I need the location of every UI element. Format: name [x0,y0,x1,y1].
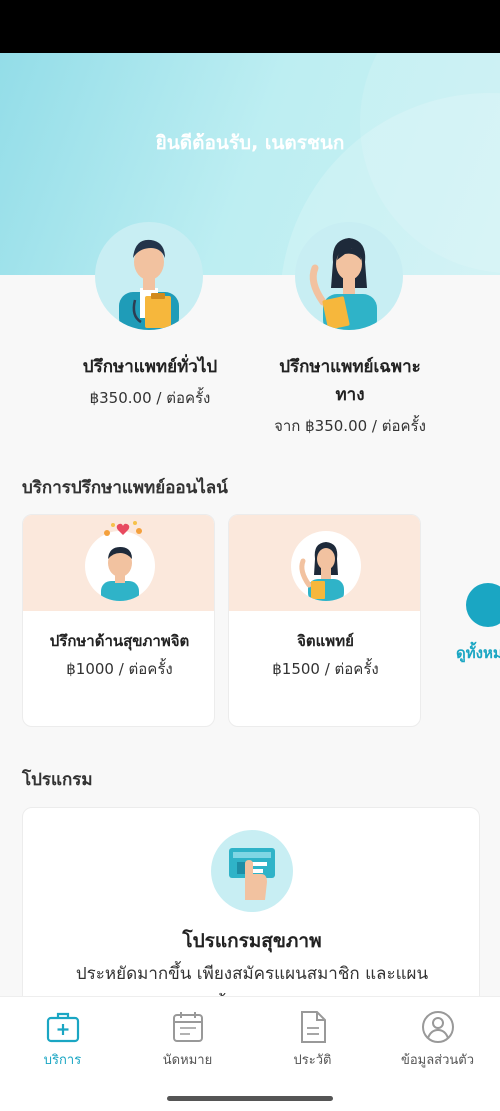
general-consult-price: ฿350.00 / ต่อครั้ง [89,389,211,407]
specialist-consult-title-line1: ปรึกษาแพทย์เฉพาะ [279,357,421,377]
psychiatrist-icon [291,531,361,601]
mental-health-icon [85,531,155,601]
psychiatrist-price: ฿1500 / ต่อครั้ง [272,660,379,678]
tab-history[interactable]: ประวัติ [250,1007,375,1077]
programs-heading: โปรแกรม [22,770,93,790]
home-indicator[interactable] [167,1096,333,1101]
psychiatrist-title: จิตแพทย์ [297,632,354,650]
male-doctor-avatar [95,222,203,330]
tab-appointments-label: นัดหมาย [162,1053,213,1068]
tab-history-label: ประวัติ [293,1053,332,1068]
profile-icon [422,1011,454,1043]
psychiatrist-card[interactable]: จิตแพทย์ ฿1500 / ต่อครั้ง [228,514,421,727]
specialist-consult-card[interactable]: ปรึกษาแพทย์เฉพาะ ทาง จาก ฿350.00 / ต่อคร… [240,222,460,437]
general-consult-title: ปรึกษาแพทย์ทั่วไป [82,357,218,377]
mental-health-price: ฿1000 / ต่อครั้ง [66,660,173,678]
mental-health-card[interactable]: ปรึกษาด้านสุขภาพจิต ฿1000 / ต่อครั้ง [22,514,215,727]
status-bar [0,0,500,53]
program-icon [211,830,293,912]
document-icon [301,1011,326,1043]
tab-appointments[interactable]: นัดหมาย [125,1007,250,1077]
program-card-title: โปรแกรมสุขภาพ [182,930,322,952]
mental-health-title: ปรึกษาด้านสุขภาพจิต [49,632,190,650]
specialist-consult-price: จาก ฿350.00 / ต่อครั้ง [274,417,426,435]
tab-profile-label: ข้อมูลส่วนตัว [400,1053,475,1068]
general-consult-card[interactable]: ปรึกษาแพทย์ทั่วไป ฿350.00 / ต่อครั้ง [40,222,260,412]
bottom-tab-bar: บริการ นัดหมาย ประวัติ ข้อมูลส่วนตัว [0,996,500,1111]
online-services-heading: บริการปรึกษาแพทย์ออนไลน์ [22,478,228,498]
hearts-icon [104,521,142,536]
tab-services-label: บริการ [43,1053,82,1068]
tab-profile[interactable]: ข้อมูลส่วนตัว [375,1007,500,1077]
female-doctor-avatar [295,222,403,330]
specialist-consult-title-line2: ทาง [335,385,365,405]
medical-bag-icon [46,1012,80,1043]
program-desc-line1: ประหยัดมากขึ้น เพียงสมัครแผนสมาชิก และแผ… [75,964,429,984]
health-program-card[interactable]: โปรแกรมสุขภาพ ประหยัดมากขึ้น เพียงสมัครแ… [22,807,480,1027]
see-all-label[interactable]: ดูทั้งหมด [456,641,500,665]
tab-services[interactable]: บริการ [0,1007,125,1077]
welcome-title: ยินดีต้อนรับ, เนตรชนก [155,132,345,154]
calendar-icon [173,1012,203,1042]
